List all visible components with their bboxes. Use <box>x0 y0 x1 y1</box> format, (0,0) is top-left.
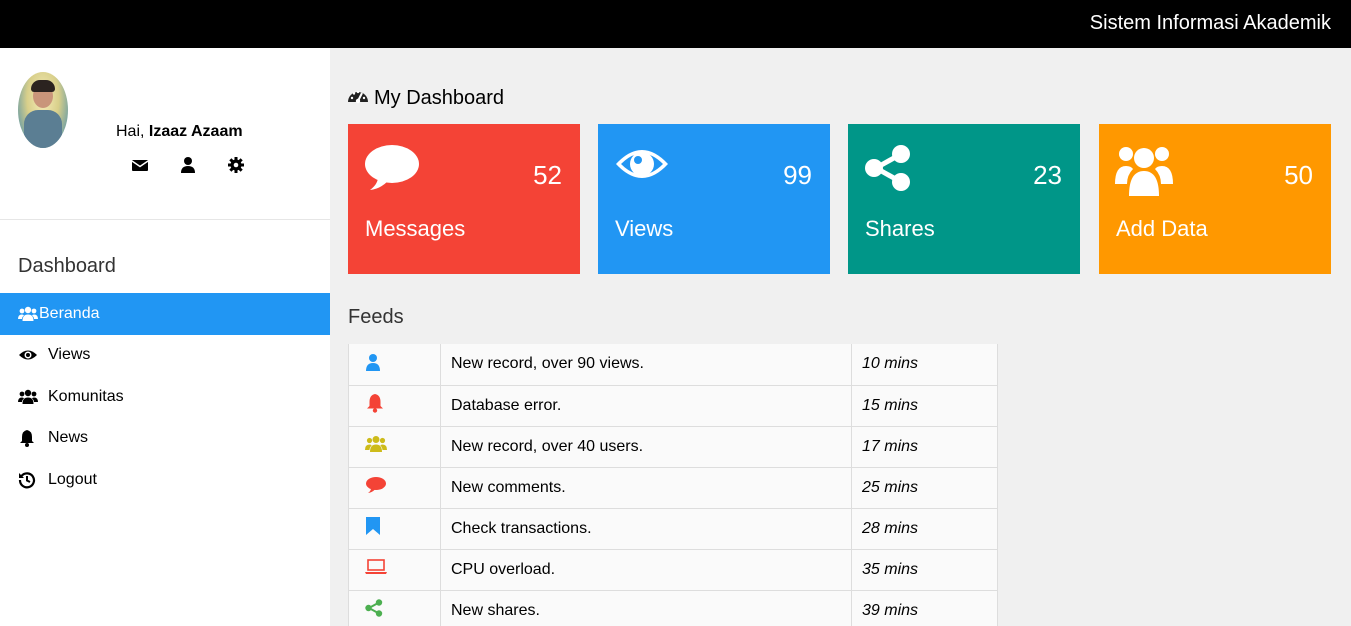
feed-text: New record, over 40 users. <box>440 426 852 468</box>
card-add-data[interactable]: 50 Add Data <box>1099 124 1331 274</box>
eye-icon <box>614 144 670 189</box>
sidebar-item-views[interactable]: Views <box>0 335 330 377</box>
feed-time: 15 mins <box>851 385 998 427</box>
sidebar-item-label: News <box>48 429 89 447</box>
page-title: My Dashboard <box>347 86 504 110</box>
sidebar-divider <box>0 219 330 220</box>
user-icon[interactable] <box>179 156 197 174</box>
feed-text: CPU overload. <box>440 549 852 591</box>
share-icon <box>864 144 914 197</box>
user-icon <box>365 353 381 375</box>
laptop-icon <box>365 559 387 579</box>
feed-time: 35 mins <box>851 549 998 591</box>
feed-time: 10 mins <box>851 344 998 386</box>
eye-icon <box>18 346 40 364</box>
feed-text: New record, over 90 views. <box>440 344 852 386</box>
feeds-heading: Feeds <box>348 306 404 328</box>
card-label: Messages <box>365 216 466 241</box>
feed-text: Check transactions. <box>440 508 852 550</box>
card-value: 50 <box>1284 160 1313 190</box>
table-row[interactable]: CPU overload. 35 mins <box>348 549 998 591</box>
user-name: Izaaz Azaam <box>148 123 243 140</box>
table-row[interactable]: New comments. 25 mins <box>348 467 998 509</box>
comment-icon <box>364 144 420 199</box>
sidebar-item-news[interactable]: News <box>0 418 330 460</box>
card-label: Add Data <box>1116 216 1208 241</box>
feed-time: 28 mins <box>851 508 998 550</box>
card-label: Shares <box>865 216 935 241</box>
feed-time: 39 mins <box>851 590 998 626</box>
table-row[interactable]: Database error. 15 mins <box>348 385 998 427</box>
feeds-table: New record, over 90 views. 10 mins Datab… <box>348 344 998 626</box>
feed-text: New comments. <box>440 467 852 509</box>
feed-time: 25 mins <box>851 467 998 509</box>
card-label: Views <box>615 216 674 241</box>
page-title-text: My Dashboard <box>374 86 505 109</box>
envelope-icon[interactable] <box>131 156 149 174</box>
sidebar-heading: Dashboard <box>18 255 116 277</box>
card-value: 99 <box>783 160 812 190</box>
feed-text: New shares. <box>440 590 852 626</box>
bookmark-icon <box>365 517 381 540</box>
users-icon <box>1115 144 1173 201</box>
comment-icon <box>365 477 387 498</box>
sidebar-item-logout[interactable]: Logout <box>0 459 330 501</box>
sidebar-item-komunitas[interactable]: Komunitas <box>0 376 330 418</box>
user-greeting: Hai, Izaaz Azaam <box>116 123 243 141</box>
sidebar-item-label: Komunitas <box>48 387 124 405</box>
users-icon <box>365 436 387 457</box>
sidebar: Hai, Izaaz Azaam Dashboard Beranda Views <box>0 48 330 626</box>
share-icon <box>365 599 383 621</box>
greeting-text: Hai, <box>116 123 145 140</box>
bell-icon <box>365 394 385 417</box>
card-messages[interactable]: 52 Messages <box>348 124 580 274</box>
sidebar-nav: Beranda Views Komunitas News Logout <box>0 293 330 501</box>
sidebar-item-label: Logout <box>48 470 97 488</box>
gear-icon[interactable] <box>227 156 245 174</box>
top-bar: Sistem Informasi Akademik <box>0 0 1351 48</box>
card-value: 23 <box>1033 160 1062 190</box>
feed-text: Database error. <box>440 385 852 427</box>
app-title: Sistem Informasi Akademik <box>1089 12 1331 34</box>
sidebar-item-label: Views <box>48 346 91 364</box>
sidebar-item-label: Beranda <box>39 304 100 322</box>
feed-time: 17 mins <box>851 426 998 468</box>
users-icon <box>18 388 40 406</box>
main-content: My Dashboard 52 Messages 99 Views 23 Sha… <box>330 48 1351 626</box>
users-icon <box>18 305 39 323</box>
avatar <box>18 72 68 148</box>
card-shares[interactable]: 23 Shares <box>848 124 1080 274</box>
bell-icon <box>18 429 40 448</box>
table-row[interactable]: New record, over 40 users. 17 mins <box>348 426 998 468</box>
history-icon <box>18 471 40 489</box>
dashboard-icon <box>347 86 369 110</box>
card-views[interactable]: 99 Views <box>598 124 830 274</box>
sidebar-item-beranda[interactable]: Beranda <box>0 293 330 335</box>
table-row[interactable]: Check transactions. 28 mins <box>348 508 998 550</box>
card-value: 52 <box>533 160 562 190</box>
table-row[interactable]: New shares. 39 mins <box>348 590 998 626</box>
table-row[interactable]: New record, over 90 views. 10 mins <box>348 344 998 386</box>
